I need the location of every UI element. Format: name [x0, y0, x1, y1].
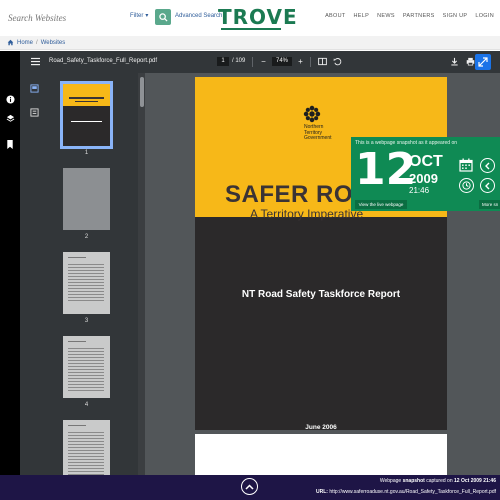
org-line: Government [304, 135, 332, 141]
caption-mid: captured on [426, 478, 453, 484]
nav-help[interactable]: HELP [354, 13, 370, 19]
search-input[interactable] [8, 10, 128, 26]
chevron-up-icon [245, 483, 254, 490]
snapshot-month: OCT [409, 153, 443, 170]
snapshot-banner: This is a webpage snapshot as it appeare… [351, 137, 500, 211]
bookmark-icon[interactable] [5, 139, 15, 149]
info-icon[interactable] [5, 94, 15, 104]
filter-button[interactable]: Filter ▾ [130, 12, 149, 20]
report-title: NT Road Safety Taskforce Report [241, 289, 401, 300]
fit-page-icon[interactable] [318, 57, 327, 66]
nav-login[interactable]: LOGIN [475, 13, 494, 19]
rotate-icon[interactable] [333, 57, 342, 66]
page-total: / 109 [232, 58, 246, 64]
left-rail [0, 51, 20, 475]
capture-url: URL: http://www.saferroaduse.nt.gov.au/R… [316, 489, 496, 495]
caption-snapshot: snapshot [402, 478, 425, 484]
search-button[interactable] [155, 9, 171, 25]
outline-view-icon[interactable] [30, 108, 39, 117]
toolbar-divider [310, 57, 311, 67]
print-icon[interactable] [466, 57, 475, 66]
top-nav: ABOUT HELP NEWS PARTNERS SIGN UP LOGIN [325, 13, 494, 19]
zoom-in-icon[interactable]: + [296, 57, 305, 66]
trove-logo[interactable]: TROVE [218, 5, 297, 29]
nav-about[interactable]: ABOUT [325, 13, 345, 19]
cover-bottom [195, 217, 447, 430]
download-icon[interactable] [450, 57, 459, 66]
thumbnail-scrollbar[interactable] [138, 73, 145, 475]
breadcrumb-separator: / [36, 39, 38, 46]
clock-icon[interactable] [459, 178, 474, 193]
snapshot-time: 21:46 [409, 186, 430, 195]
scrollbar-thumb[interactable] [140, 77, 144, 107]
url-value[interactable]: http://www.saferroaduse.nt.gov.au/Road_S… [329, 489, 496, 495]
previous-snapshot-icon[interactable] [480, 158, 495, 173]
filter-label: Filter [130, 12, 144, 19]
site-header: Filter ▾ Advanced Search TROVE ABOUT HEL… [0, 0, 500, 36]
logo-underline [221, 28, 281, 30]
thumbnail-label: 2 [84, 234, 89, 240]
thumbnail-label: 4 [84, 402, 89, 408]
caret-down-icon: ▾ [145, 13, 149, 19]
zoom-out-icon[interactable]: − [259, 57, 268, 66]
search-icon [158, 12, 168, 22]
pdf-viewer: Road_Safety_Taskforce_Full_Report.pdf 1 … [0, 51, 500, 484]
footer-bar: Webpage snapshot captured on 12 Oct 2009… [0, 475, 500, 500]
calendar-icon[interactable] [459, 158, 473, 172]
fullscreen-button[interactable] [475, 54, 491, 70]
page-number-input[interactable]: 1 [217, 57, 229, 66]
capture-info: Webpage snapshot captured on 12 Oct 2009… [380, 478, 496, 484]
file-name: Road_Safety_Taskforce_Full_Report.pdf [49, 58, 158, 64]
more-snapshots-button[interactable]: More sn [479, 200, 500, 209]
pdf-toolbar: Road_Safety_Taskforce_Full_Report.pdf 1 … [20, 51, 500, 73]
nt-government-text: Northern Territory Government [304, 124, 332, 142]
toolbar-divider [252, 57, 253, 67]
document-subtitle: A Territory Imperative [250, 207, 364, 221]
nt-government-logo [303, 105, 321, 123]
nav-sign-up[interactable]: SIGN UP [443, 13, 468, 19]
page-thumbnail[interactable] [63, 168, 110, 230]
page-thumbnail[interactable] [63, 420, 110, 475]
breadcrumb-websites[interactable]: Websites [41, 40, 66, 46]
nav-partners[interactable]: PARTNERS [403, 13, 435, 19]
page-thumbnail[interactable] [63, 336, 110, 398]
view-live-webpage-button[interactable]: View the live webpage [355, 200, 407, 209]
scroll-up-button[interactable] [241, 478, 258, 495]
page-thumbnail[interactable] [60, 81, 113, 149]
menu-icon[interactable] [31, 57, 40, 66]
breadcrumb-home[interactable]: Home [17, 40, 33, 46]
page-thumbnail[interactable] [63, 252, 110, 314]
report-date: June 2006 [305, 424, 337, 431]
snapshot-day: 12 [355, 144, 417, 195]
url-label: URL: [315, 489, 328, 495]
thumbnail-label: 1 [84, 150, 89, 156]
caption-prefix: Webpage [379, 478, 402, 484]
advanced-search-link[interactable]: Advanced Search [175, 13, 222, 19]
nav-news[interactable]: NEWS [377, 13, 395, 19]
caption-date: 12 Oct 2009 21:46 [454, 478, 496, 484]
zoom-input[interactable]: 74% [272, 57, 292, 66]
expand-icon [478, 57, 488, 67]
previous-capture-icon[interactable] [480, 178, 495, 193]
thumbnail-panel: 1 2 3 4 [20, 73, 138, 475]
layers-icon[interactable] [5, 113, 15, 123]
snapshot-year: 2009 [409, 171, 438, 186]
home-icon [7, 39, 14, 46]
page: Filter ▾ Advanced Search TROVE ABOUT HEL… [0, 0, 500, 500]
thumbnail-label: 3 [84, 318, 89, 324]
thumbnails-view-icon[interactable] [30, 84, 39, 93]
breadcrumb: Home / Websites [0, 36, 500, 50]
